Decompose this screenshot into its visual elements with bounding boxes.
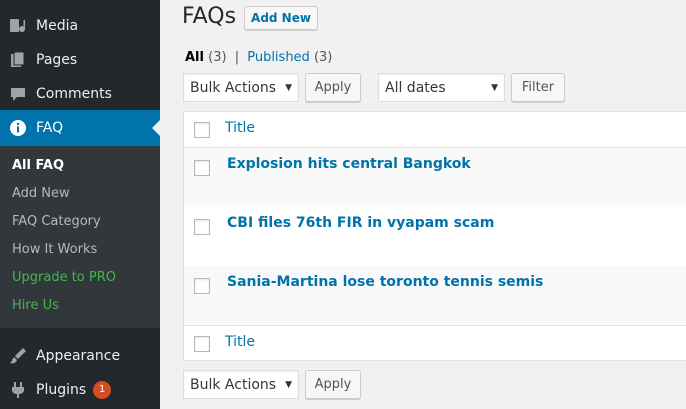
table-header: Title xyxy=(184,112,686,148)
sidebar-item-label: Media xyxy=(36,18,79,34)
dates-filter-value: All dates xyxy=(385,79,446,96)
submenu-item-faq-category[interactable]: FAQ Category xyxy=(12,214,101,229)
filter-button[interactable]: Filter xyxy=(511,73,565,102)
table-footer: Title xyxy=(184,325,686,361)
sidebar-item-label: Plugins xyxy=(36,382,87,398)
submenu-item-hire-us[interactable]: Hire Us xyxy=(12,298,59,313)
submenu-item-how-it-works[interactable]: How It Works xyxy=(12,242,97,257)
sidebar-item-label: Appearance xyxy=(36,348,121,364)
bulk-actions-value: Bulk Actions xyxy=(190,376,277,393)
submenu-item-add-new[interactable]: Add New xyxy=(12,186,70,201)
submenu-item-all-faq[interactable]: All FAQ xyxy=(12,158,64,173)
select-all-checkbox[interactable] xyxy=(194,122,210,138)
filter-published-count: (3) xyxy=(313,50,333,65)
post-title-link[interactable]: CBI files 76th FIR in vyapam scam xyxy=(227,215,494,231)
info-icon xyxy=(0,119,36,137)
bulk-actions-select[interactable]: Bulk Actions ▼ xyxy=(183,73,299,102)
row-checkbox[interactable] xyxy=(194,160,210,176)
row-checkbox[interactable] xyxy=(194,219,210,235)
add-new-button[interactable]: Add New xyxy=(244,6,318,30)
media-icon xyxy=(0,17,36,35)
filter-all-link[interactable]: All xyxy=(185,50,204,65)
dropdown-arrow-icon: ▼ xyxy=(285,379,292,390)
status-filter-links: All (3) | Published (3) xyxy=(185,50,332,65)
post-title-link[interactable]: Explosion hits central Bangkok xyxy=(227,156,471,172)
sidebar-item-plugins[interactable]: Plugins 1 xyxy=(0,376,160,404)
column-footer-title[interactable]: Title xyxy=(225,334,255,350)
apply-button[interactable]: Apply xyxy=(305,73,361,102)
sidebar-item-comments[interactable]: Comments xyxy=(0,80,160,108)
table-row: Sania-Martina lose toronto tennis semis xyxy=(184,266,686,325)
filter-all-count: (3) xyxy=(208,50,227,65)
dates-filter-select[interactable]: All dates ▼ xyxy=(378,73,505,102)
sidebar-item-faq[interactable]: FAQ xyxy=(0,110,160,146)
comments-icon xyxy=(0,85,36,103)
filter-published-link[interactable]: Published xyxy=(247,50,310,65)
page-title: FAQs xyxy=(182,4,237,29)
bulk-actions-select-bottom[interactable]: Bulk Actions ▼ xyxy=(183,370,299,399)
sidebar-item-pages[interactable]: Pages xyxy=(0,46,160,74)
dropdown-arrow-icon: ▼ xyxy=(491,82,498,93)
plugins-icon xyxy=(0,381,36,399)
table-row: CBI files 76th FIR in vyapam scam xyxy=(184,207,686,266)
row-checkbox[interactable] xyxy=(194,278,210,294)
sidebar-item-appearance[interactable]: Appearance xyxy=(0,342,160,370)
posts-table: Title Explosion hits central Bangkok CBI… xyxy=(183,111,686,361)
column-header-title[interactable]: Title xyxy=(225,120,255,136)
sidebar-item-label: FAQ xyxy=(36,120,64,136)
admin-sidebar: Media Pages Comments FAQ All FAQ Add New… xyxy=(0,0,160,409)
appearance-icon xyxy=(0,347,36,365)
faq-submenu: All FAQ Add New FAQ Category How It Work… xyxy=(0,146,160,328)
filter-separator: | xyxy=(234,50,240,65)
select-all-checkbox[interactable] xyxy=(194,336,210,352)
submenu-item-upgrade-to-pro[interactable]: Upgrade to PRO xyxy=(12,270,116,285)
sidebar-item-label: Pages xyxy=(36,52,78,68)
sidebar-item-label: Comments xyxy=(36,86,112,102)
active-menu-pointer xyxy=(152,120,160,136)
bulk-actions-value: Bulk Actions xyxy=(190,79,277,96)
apply-button-bottom[interactable]: Apply xyxy=(305,370,361,399)
post-title-link[interactable]: Sania-Martina lose toronto tennis semis xyxy=(227,274,543,290)
sidebar-item-media[interactable]: Media xyxy=(0,12,160,40)
pages-icon xyxy=(0,51,36,69)
update-count-badge: 1 xyxy=(93,381,112,399)
dropdown-arrow-icon: ▼ xyxy=(285,82,292,93)
table-row: Explosion hits central Bangkok xyxy=(184,148,686,207)
